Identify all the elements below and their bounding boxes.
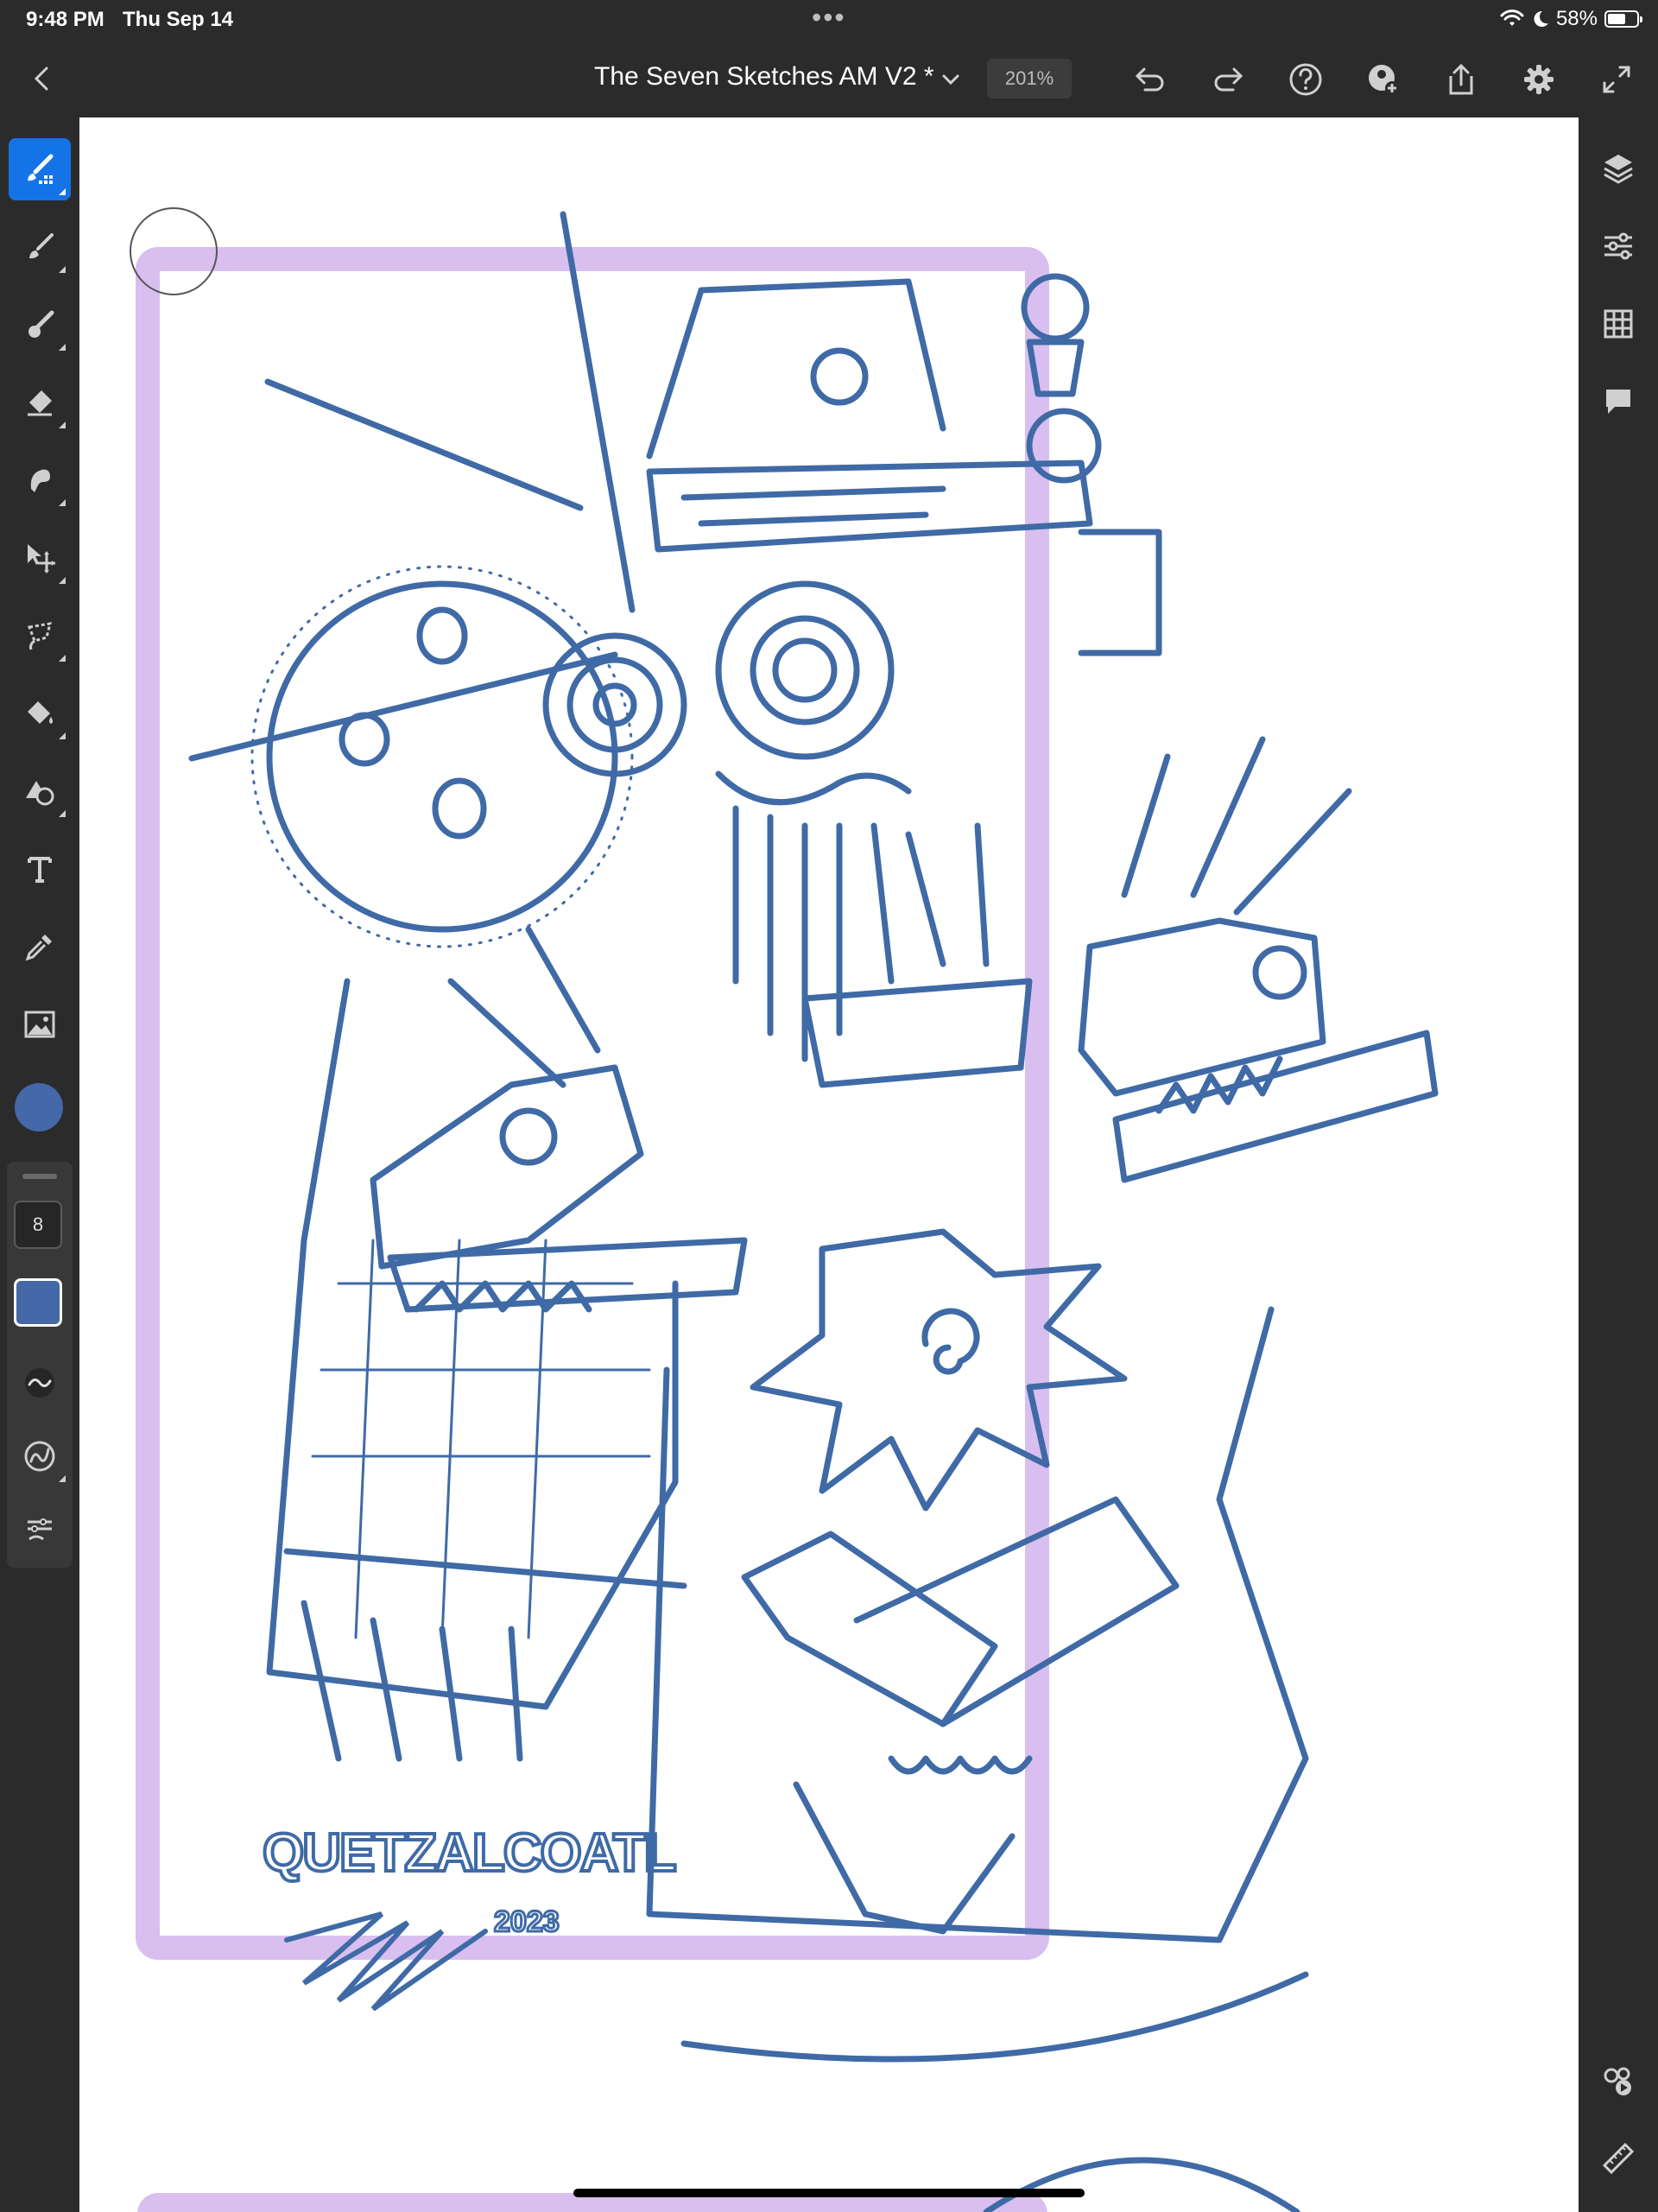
signature-scribble xyxy=(284,1911,488,2012)
status-right: 58% xyxy=(1499,7,1642,31)
live-brush-tool[interactable] xyxy=(9,294,71,356)
shapes-tool[interactable] xyxy=(9,760,71,822)
layers-button[interactable] xyxy=(1598,149,1638,188)
signature-text: QUETZALCOATL xyxy=(263,1823,675,1883)
eraser-tool[interactable] xyxy=(9,371,71,434)
battery-icon xyxy=(1604,10,1642,28)
image-icon xyxy=(24,1011,55,1038)
stroke-icon xyxy=(24,1441,55,1472)
card-frame xyxy=(136,247,1049,1960)
help-button[interactable] xyxy=(1287,60,1325,98)
status-bar: 9:48 PM Thu Sep 14 ••• 58% xyxy=(0,0,1658,40)
signature-year: 2023 xyxy=(494,1905,560,1938)
document-title[interactable]: The Seven Sketches AM V2 * xyxy=(594,62,934,92)
pixel-brush-tool[interactable] xyxy=(9,216,71,278)
comment-icon xyxy=(1606,390,1630,414)
title-dropdown-button[interactable] xyxy=(937,66,965,93)
moon-icon xyxy=(1534,10,1548,27)
comments-button[interactable] xyxy=(1598,382,1638,421)
share-button[interactable] xyxy=(1442,60,1480,98)
timelapse-icon xyxy=(1604,2067,1631,2095)
chevron-left-icon xyxy=(34,67,48,91)
color-picker-button[interactable] xyxy=(15,1083,63,1131)
status-time: 9:48 PM xyxy=(26,8,104,31)
grid-button[interactable] xyxy=(1598,304,1638,344)
brush-smoothing-button[interactable] xyxy=(9,1352,71,1414)
brush-settings-icon xyxy=(28,1518,52,1541)
invite-button[interactable] xyxy=(1364,60,1402,98)
signature: QUETZALCOATL 2023 xyxy=(261,1822,679,2012)
ruler-icon xyxy=(1602,2142,1635,2175)
undo-icon xyxy=(1135,67,1164,92)
eraser-icon xyxy=(28,390,52,416)
live-brush-icon xyxy=(28,310,54,338)
text-tool[interactable] xyxy=(9,838,71,900)
wifi-icon xyxy=(1500,10,1524,26)
status-date: Thu Sep 14 xyxy=(123,8,234,31)
text-icon xyxy=(28,857,52,883)
transform-tool[interactable] xyxy=(9,527,71,589)
home-indicator[interactable] xyxy=(573,2189,1085,2197)
redo-icon xyxy=(1214,67,1244,92)
timelapse-button[interactable] xyxy=(1598,2061,1638,2101)
back-button[interactable] xyxy=(24,59,59,98)
right-toolbar xyxy=(1579,117,1658,2212)
ruler-button[interactable] xyxy=(1598,2139,1638,2178)
panel-handle[interactable] xyxy=(22,1174,57,1179)
paint-bucket-icon xyxy=(28,701,53,724)
layers-icon xyxy=(1604,155,1633,184)
invite-user-icon xyxy=(1369,65,1399,95)
adjustments-button[interactable] xyxy=(1598,226,1638,266)
smudge-tool[interactable] xyxy=(9,449,71,511)
paint-brush-tool[interactable] xyxy=(9,138,71,200)
eyedropper-tool[interactable] xyxy=(9,916,71,978)
battery-percent: 58% xyxy=(1555,7,1598,30)
share-icon xyxy=(1449,63,1473,95)
shapes-icon xyxy=(26,781,54,806)
left-toolbar: 8 xyxy=(0,117,79,2212)
chevron-down-icon xyxy=(942,74,959,86)
wave-icon xyxy=(25,1368,54,1398)
settings-button[interactable] xyxy=(1520,60,1558,98)
next-card-frame xyxy=(137,2193,1047,2212)
brush-size-field[interactable]: 8 xyxy=(14,1201,62,1249)
brush-settings-button[interactable] xyxy=(9,1498,71,1560)
fill-tool[interactable] xyxy=(9,682,71,745)
brush-size-cursor xyxy=(130,207,218,295)
smudge-icon xyxy=(30,469,50,492)
brush-color-button[interactable] xyxy=(14,1278,62,1327)
brush-icon xyxy=(29,233,54,259)
redo-button[interactable] xyxy=(1209,60,1247,98)
artwork[interactable]: QUETZALCOATL 2023 xyxy=(79,117,1579,2212)
gear-icon xyxy=(1524,65,1554,94)
move-icon xyxy=(28,544,55,574)
eyedropper-icon xyxy=(25,935,52,961)
zoom-level[interactable]: 201% xyxy=(987,59,1072,98)
help-icon xyxy=(1289,63,1322,96)
expand-icon xyxy=(1603,66,1630,93)
drawing-canvas[interactable]: QUETZALCOATL 2023 xyxy=(79,117,1579,2212)
paint-brush-icon xyxy=(28,154,54,184)
undo-button[interactable] xyxy=(1131,60,1169,98)
multitasking-dots[interactable]: ••• xyxy=(812,2,846,34)
grid-icon xyxy=(1604,309,1633,339)
image-tool[interactable] xyxy=(9,993,71,1055)
lasso-select-tool[interactable] xyxy=(9,605,71,667)
sliders-icon xyxy=(1604,232,1632,260)
top-toolbar: The Seven Sketches AM V2 * 201% xyxy=(0,40,1658,117)
lasso-icon xyxy=(27,622,53,650)
brush-dynamics-button[interactable] xyxy=(9,1425,71,1487)
fullscreen-button[interactable] xyxy=(1598,60,1636,98)
